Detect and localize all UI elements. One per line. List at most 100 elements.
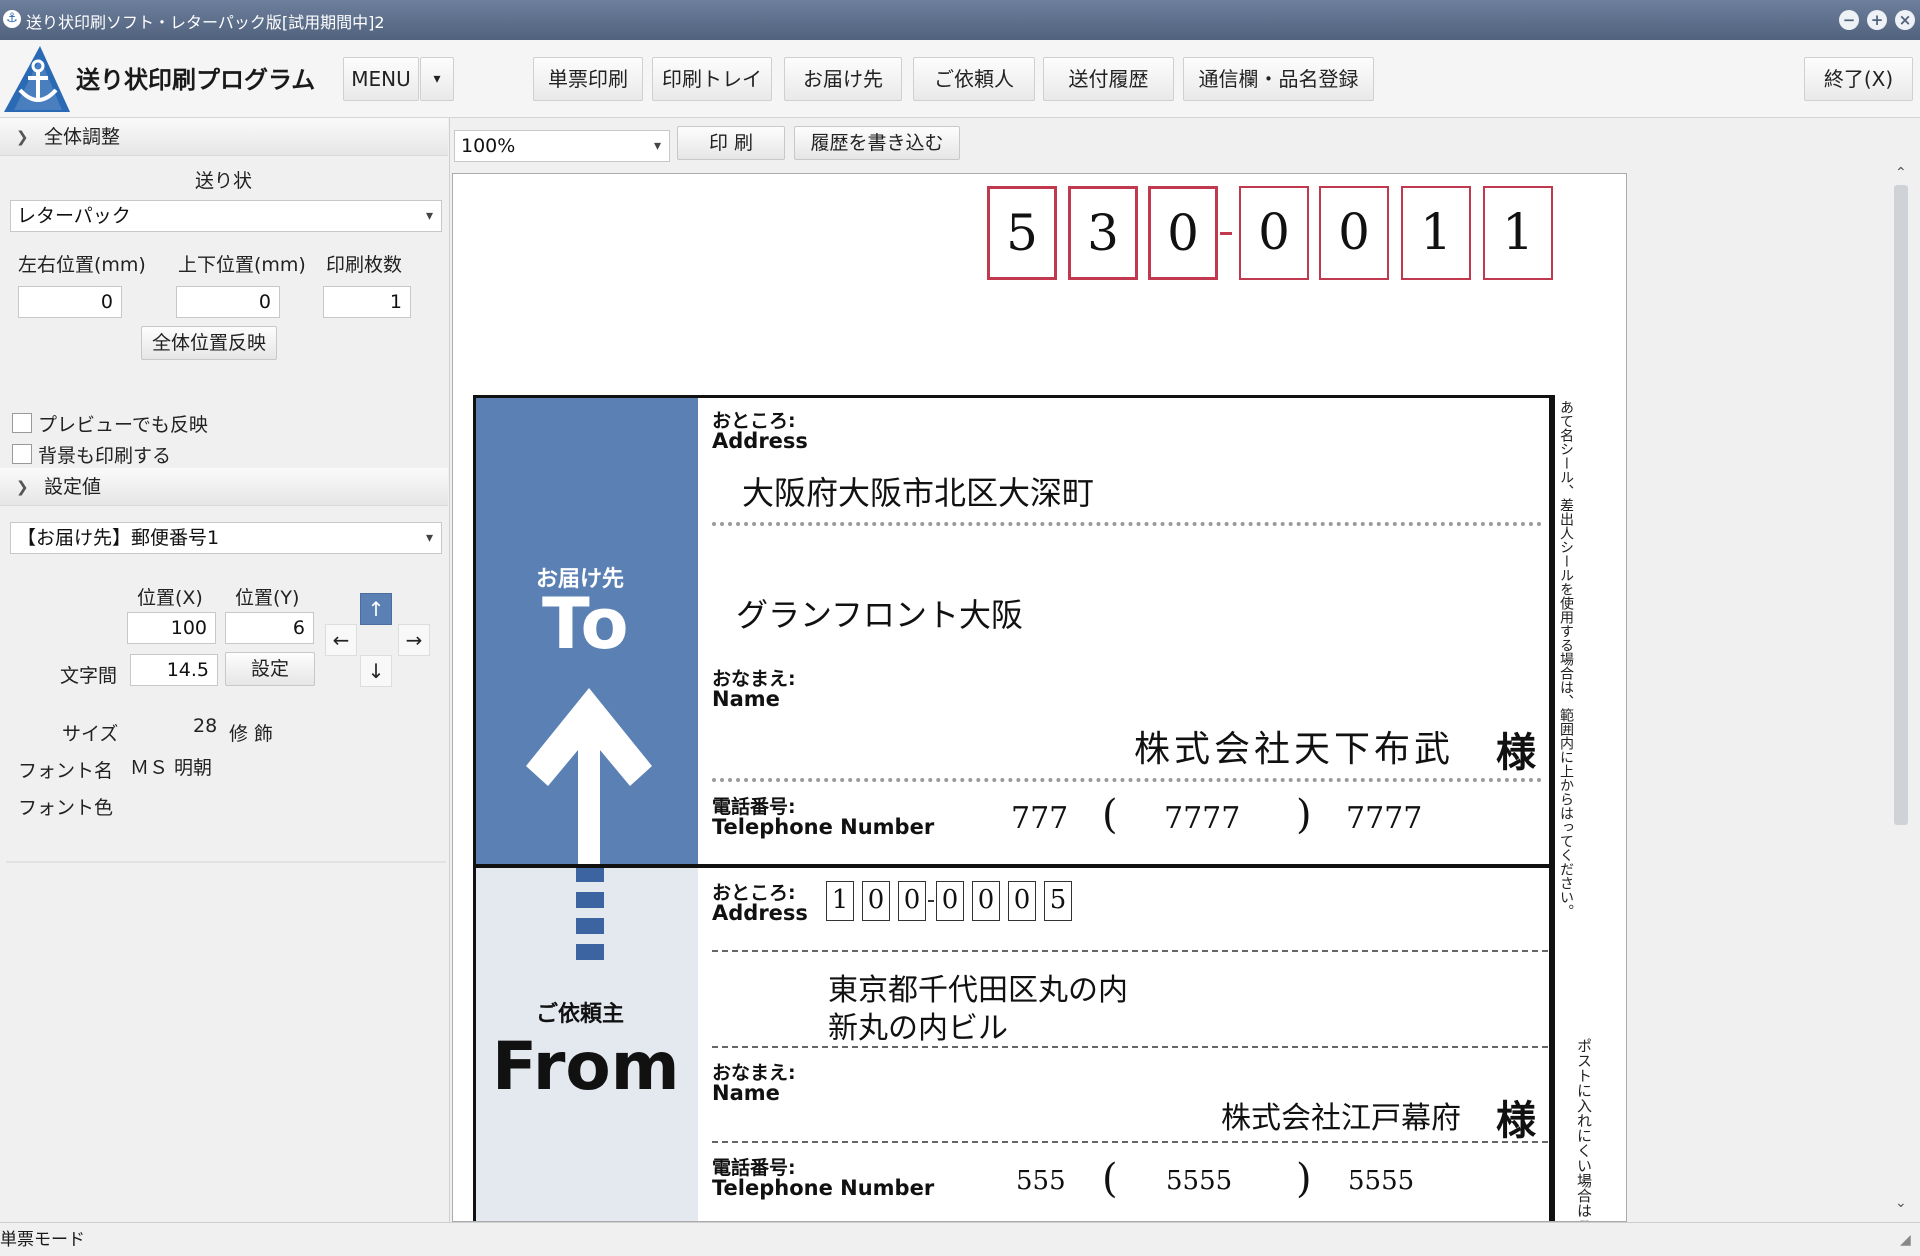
- arrow-up-icon: [526, 688, 652, 866]
- recipient-button[interactable]: お届け先: [784, 57, 902, 101]
- preview-reflect-label: プレビューでも反映: [38, 414, 208, 436]
- settings-header[interactable]: ❯ 設定値: [0, 468, 448, 506]
- from-band-jp: ご依頼主: [536, 1002, 625, 1027]
- dashed-rule: [712, 950, 1548, 952]
- zip-digit-box: 5: [987, 186, 1057, 280]
- settings-panel: ❯ 全体調整 送り状 レターパック ▾ 左右位置(mm) 上下位置(mm) 印刷…: [0, 118, 450, 1222]
- send-history-button[interactable]: 送付履歴: [1043, 57, 1174, 101]
- char-spacing-label: 文字間: [60, 665, 118, 687]
- from-zip-row: 1 0 0 0 0 0 5: [826, 866, 1126, 936]
- from-tel-3: 5555: [1348, 1166, 1415, 1196]
- app-window: ⚓ 送り状印刷ソフト・レターパック版[試用期間中]2 − + × 送り状印刷プロ…: [0, 0, 1920, 1256]
- slip-type-value: レターパック: [17, 205, 131, 227]
- decor-label: 修 飾: [229, 723, 274, 745]
- pos-y-input[interactable]: 6: [225, 612, 314, 644]
- arrow-down-icon: ↓: [367, 659, 385, 683]
- scroll-up-icon[interactable]: ⌃: [1895, 165, 1907, 181]
- address-label: お届け先 To ご依頼主 From おところ: Address 大阪府大阪市北区…: [473, 395, 1555, 1221]
- menu-button[interactable]: MENU: [343, 57, 419, 101]
- dashed-rule: [712, 1046, 1548, 1048]
- scroll-down-icon[interactable]: ⌄: [1895, 1195, 1907, 1211]
- zoom-value: 100%: [461, 135, 516, 157]
- zip-digit-box: 0: [1319, 186, 1389, 280]
- vertical-scrollbar[interactable]: ⌃ ⌄: [1888, 165, 1916, 1219]
- zoom-select[interactable]: 100% ▾: [454, 130, 670, 162]
- size-value: 28: [193, 715, 218, 737]
- to-band: お届け先 To: [476, 398, 698, 866]
- from-zip-digit-box: 0: [898, 881, 926, 921]
- minimize-icon[interactable]: −: [1839, 10, 1859, 30]
- exit-button[interactable]: 終了(X): [1804, 57, 1913, 101]
- copies-input[interactable]: 1: [323, 286, 411, 318]
- from-tel-paren-open: (: [1102, 1156, 1118, 1202]
- write-history-button[interactable]: 履歴を書き込む: [794, 126, 960, 160]
- chevron-down-icon: ▾: [425, 530, 433, 546]
- menu-dropdown-button[interactable]: ▾: [420, 57, 454, 101]
- arrow-left-icon: ←: [332, 628, 350, 652]
- from-honorific: 様: [1496, 1098, 1536, 1144]
- font-name-value: ＭＳ 明朝: [130, 757, 213, 779]
- chevron-down-icon: ▾: [653, 138, 661, 154]
- pos-x-label: 位置(X): [137, 587, 203, 609]
- panel-divider: [6, 861, 446, 863]
- field-select[interactable]: 【お届け先】郵便番号1 ▾: [10, 522, 442, 554]
- font-name-label: フォント名: [18, 760, 114, 782]
- zip-digit-box: 1: [1483, 186, 1553, 280]
- from-zip-digit-box: 1: [826, 881, 854, 921]
- to-address-line2: グランフロント大阪: [736, 596, 1024, 634]
- overall-adjust-header[interactable]: ❯ 全体調整: [0, 118, 448, 156]
- pos-x-input[interactable]: 100: [127, 612, 216, 644]
- post-note: ポストに入れにくい場合はこ: [1575, 1038, 1593, 1222]
- from-zip-digit-box: 5: [1044, 881, 1072, 921]
- app-icon: ⚓: [3, 10, 21, 28]
- to-tel-paren-open: (: [1102, 792, 1118, 838]
- title-bar: ⚓ 送り状印刷ソフト・レターパック版[試用期間中]2 − + ×: [0, 0, 1920, 40]
- status-mode: 単票モード: [0, 1230, 85, 1250]
- pos-y-label: 位置(Y): [235, 587, 300, 609]
- letterpack-preview: 5 3 0 0 0 1 1 お届け先 To ご依頼主 From おところ: Ad…: [452, 173, 1627, 1222]
- overall-adjust-title: 全体調整: [44, 126, 121, 148]
- print-background-checkbox[interactable]: [12, 444, 32, 464]
- chevron-collapse-icon: ❯: [16, 478, 29, 496]
- move-up-button[interactable]: ↑: [360, 593, 392, 625]
- arrow-up-icon: ↑: [367, 597, 385, 621]
- arrow-right-icon: →: [405, 628, 423, 652]
- print-button[interactable]: 印 刷: [677, 126, 785, 160]
- from-zip-digit-box: 0: [972, 881, 1000, 921]
- lr-position-label: 左右位置(mm): [18, 254, 146, 276]
- dotted-rule: [712, 522, 1542, 526]
- slip-type-select[interactable]: レターパック ▾: [10, 200, 442, 232]
- close-icon[interactable]: ×: [1895, 10, 1915, 30]
- apply-position-button[interactable]: 全体位置反映: [141, 326, 277, 360]
- char-spacing-input[interactable]: 14.5: [130, 654, 218, 686]
- dash-segment: [576, 892, 604, 908]
- move-down-button[interactable]: ↓: [360, 655, 392, 687]
- comm-item-register-button[interactable]: 通信欄・品名登録: [1183, 57, 1374, 101]
- print-tray-button[interactable]: 印刷トレイ: [652, 57, 772, 101]
- from-band: ご依頼主 From: [476, 866, 698, 1221]
- preview-reflect-checkbox[interactable]: [12, 413, 32, 433]
- sender-button[interactable]: ご依頼人: [913, 57, 1035, 101]
- label-right-border: [1552, 395, 1555, 1221]
- maximize-icon[interactable]: +: [1867, 10, 1887, 30]
- to-band-en: To: [542, 583, 629, 665]
- move-right-button[interactable]: →: [398, 624, 430, 656]
- from-zip-digit-box: 0: [1008, 881, 1036, 921]
- resize-grip-icon[interactable]: ◢: [1900, 1223, 1911, 1256]
- font-color-label: フォント色: [18, 797, 114, 819]
- lr-position-input[interactable]: 0: [18, 286, 122, 318]
- settings-title: 設定値: [44, 476, 102, 498]
- zip-hyphen: [1220, 232, 1232, 235]
- ud-position-label: 上下位置(mm): [178, 254, 306, 276]
- scrollbar-thumb[interactable]: [1894, 185, 1908, 825]
- from-band-en: From: [492, 1028, 680, 1105]
- single-print-button[interactable]: 単票印刷: [533, 57, 643, 101]
- ud-position-input[interactable]: 0: [176, 286, 280, 318]
- to-address-line1: 大阪府大阪市北区大深町: [742, 474, 1095, 512]
- chevron-down-icon: ▾: [433, 71, 441, 87]
- dash-segment: [576, 944, 604, 960]
- dashed-rule: [712, 1141, 1548, 1143]
- anchor-logo-icon: [4, 46, 70, 112]
- move-left-button[interactable]: ←: [325, 624, 357, 656]
- set-button[interactable]: 設定: [225, 652, 315, 686]
